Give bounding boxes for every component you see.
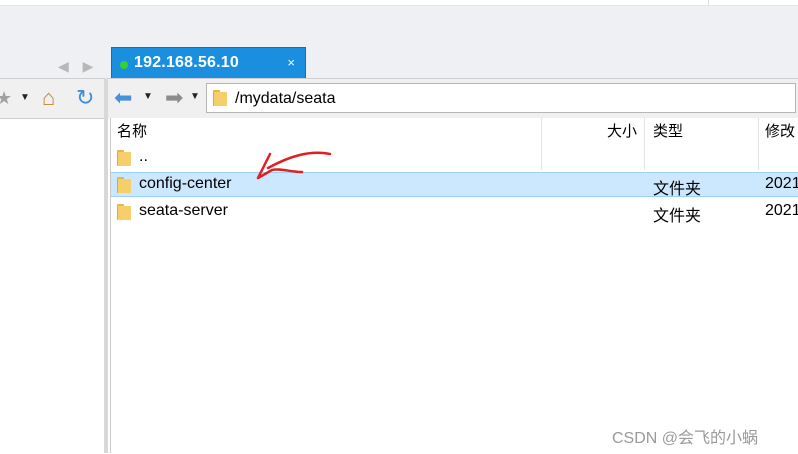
file-name: seata-server: [139, 202, 228, 219]
tab-close-icon[interactable]: ×: [287, 55, 295, 70]
folder-icon: [117, 177, 131, 193]
tab-scroll-left-icon[interactable]: ◀: [58, 58, 69, 74]
file-row-config-center[interactable]: config-center 文件夹 2021: [111, 172, 798, 198]
hand-drawn-arrow-icon: [256, 151, 332, 180]
column-header-name[interactable]: 名称: [117, 120, 147, 144]
back-arrow-icon[interactable]: ⬅: [114, 87, 132, 109]
file-row-parent[interactable]: ..: [111, 145, 798, 170]
file-row-seata-server[interactable]: seata-server 文件夹 2021: [111, 199, 798, 225]
watermark: CSDN @会飞的小蜗: [612, 430, 759, 447]
file-modified: 2021: [765, 175, 798, 192]
folder-icon: [117, 150, 131, 166]
column-header-size[interactable]: 大小: [607, 120, 637, 144]
column-header-modified[interactable]: 修改: [765, 120, 795, 144]
tab-session[interactable]: 192.168.56.10 ×: [111, 47, 306, 78]
file-name: config-center: [139, 175, 232, 192]
tab-scroll-controls: ◀ ▶: [58, 58, 103, 75]
path-input[interactable]: /mydata/seata: [206, 83, 796, 113]
bookmark-dropdown-icon[interactable]: ▼: [20, 87, 30, 109]
path-text: /mydata/seata: [235, 90, 336, 107]
connection-status-icon: [120, 61, 128, 69]
file-modified: 2021: [765, 202, 798, 219]
forward-history-dropdown-icon[interactable]: ▼: [190, 91, 200, 102]
toolbar: ★ ▼ ⌂ ↻ ⬅ ▼ ➡ ▼ /mydata/seata: [0, 78, 798, 119]
column-header-type[interactable]: 类型: [653, 120, 683, 144]
file-type: 文件夹: [653, 181, 702, 198]
folder-icon: [117, 204, 131, 220]
remote-file-list: 名称 大小 类型 修改 .. config-center 文件夹 2021 se…: [110, 118, 798, 453]
bookmark-star-icon[interactable]: ★: [0, 87, 12, 109]
folder-icon: [213, 90, 227, 106]
back-history-dropdown-icon[interactable]: ▼: [143, 91, 153, 102]
forward-arrow-icon[interactable]: ➡: [165, 87, 183, 109]
tab-scroll-right-icon[interactable]: ▶: [83, 58, 94, 74]
file-type: 文件夹: [653, 208, 702, 225]
tab-title: 192.168.56.10: [134, 54, 239, 71]
home-icon[interactable]: ⌂: [42, 87, 55, 109]
top-divider: [708, 0, 709, 5]
refresh-icon[interactable]: ↻: [76, 87, 94, 109]
panel-splitter[interactable]: [104, 78, 108, 453]
local-file-panel[interactable]: [0, 118, 104, 454]
file-name: ..: [139, 148, 148, 165]
